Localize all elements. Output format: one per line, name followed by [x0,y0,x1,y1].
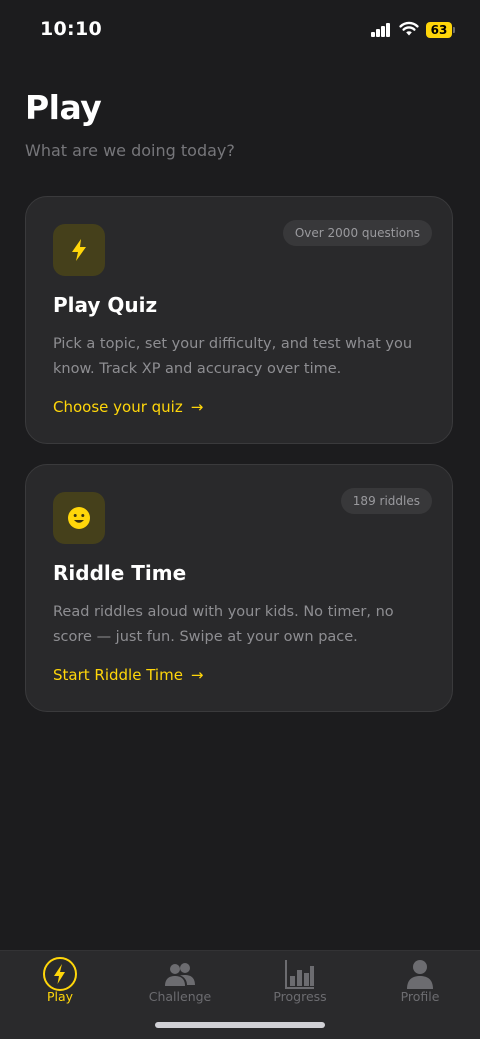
start-riddle-time-link[interactable]: Start Riddle Time → [53,666,204,684]
choose-quiz-link[interactable]: Choose your quiz → [53,398,203,416]
tab-label: Challenge [148,989,212,1004]
battery-level: 63 [426,22,452,38]
cellular-signal-icon [371,23,391,37]
wifi-icon [399,21,419,36]
tab-profile[interactable]: Profile [360,951,480,1011]
card-description: Read riddles aloud with your kids. No ti… [53,604,394,645]
status-bar: 10:10 63 [0,0,480,60]
riddle-time-card[interactable]: 189 riddles Riddle Time Read riddles alo… [25,464,453,712]
card-title: Riddle Time [53,561,187,585]
bar-chart-icon [285,960,314,989]
home-indicator[interactable] [155,1022,325,1028]
battery-icon: 63 [426,22,456,38]
page-title: Play [25,88,102,127]
link-label: Start Riddle Time [53,666,183,684]
arrow-right-icon: → [190,398,204,416]
status-time: 10:10 [40,18,102,40]
question-count-badge: Over 2000 questions [282,220,432,246]
lightning-bolt-icon [53,224,105,276]
play-quiz-card[interactable]: Over 2000 questions Play Quiz Pick a top… [25,196,453,444]
tab-progress[interactable]: Progress [240,951,360,1011]
tab-label: Progress [273,989,327,1004]
tab-label: Profile [400,989,440,1004]
tab-play[interactable]: Play [0,951,120,1011]
tab-challenge[interactable]: Challenge [120,951,240,1011]
people-icon [165,963,195,986]
person-icon [407,960,433,989]
link-label: Choose your quiz [53,398,183,416]
card-description: Pick a topic, set your difficulty, and t… [53,336,413,377]
smiley-face-icon [53,492,105,544]
riddle-count-badge: 189 riddles [340,488,432,514]
arrow-right-icon: → [190,666,204,684]
page-subtitle: What are we doing today? [25,141,235,160]
card-title: Play Quiz [53,293,158,317]
tab-label: Play [46,989,74,1004]
lightning-bolt-icon [43,957,77,991]
